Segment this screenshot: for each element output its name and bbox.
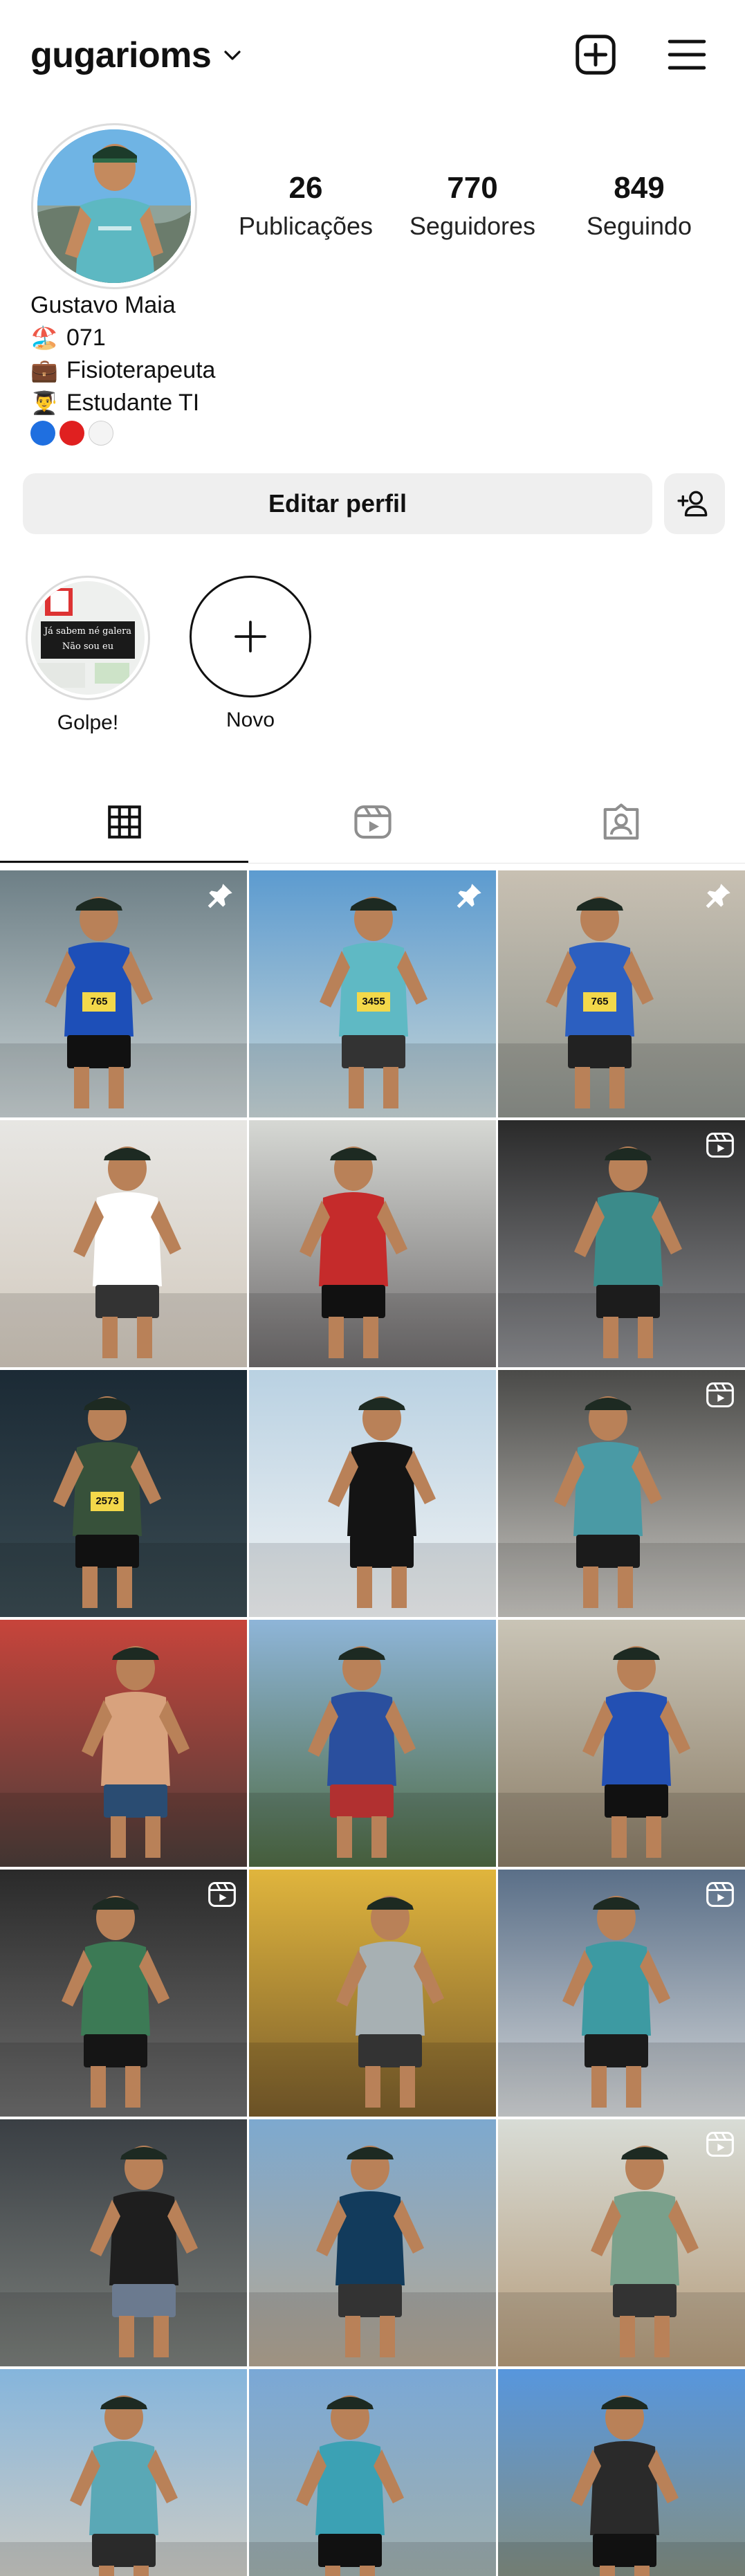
reel-thumbnail[interactable] xyxy=(498,1120,745,1367)
followers-label: Seguidores xyxy=(409,212,536,241)
highlight-cover: Já sabem né galera Não sou eu xyxy=(31,581,145,695)
bio-line: 💼 Fisioterapeuta xyxy=(30,354,515,387)
tabs-divider xyxy=(0,863,745,864)
reel-badge-icon xyxy=(208,1881,236,1908)
following-count: 849 xyxy=(614,171,665,205)
bio-line: 👨‍🎓 Estudante TI xyxy=(30,387,515,419)
highlight-caption: Não sou eu xyxy=(62,641,114,652)
plus-icon xyxy=(234,621,266,652)
post-thumbnail[interactable] xyxy=(249,1120,496,1367)
beach-umbrella-icon: 🏖️ xyxy=(30,325,58,350)
race-bib: 2573 xyxy=(91,1492,124,1511)
stat-following[interactable]: 849 Seguindo xyxy=(563,171,715,241)
photo-content xyxy=(249,2146,496,2366)
reel-thumbnail[interactable] xyxy=(498,1870,745,2117)
reel-thumbnail[interactable] xyxy=(498,2119,745,2366)
tagged-icon xyxy=(603,803,638,840)
username: gugarioms xyxy=(30,35,212,75)
reel-badge-icon xyxy=(706,1132,734,1158)
highlight-golpe[interactable]: Já sabem né galera Não sou eu Golpe! xyxy=(26,576,150,735)
grid-icon xyxy=(107,805,141,839)
photo-content xyxy=(0,1147,247,1367)
blue-circle-icon xyxy=(30,421,55,446)
pinned-icon xyxy=(706,884,730,908)
race-bib: 765 xyxy=(82,992,116,1012)
post-thumbnail[interactable]: 765 xyxy=(498,870,745,1117)
bio-text: Fisioterapeuta xyxy=(66,357,216,383)
photo-content xyxy=(249,1896,496,2117)
photo-content xyxy=(249,1396,496,1617)
profile-avatar[interactable] xyxy=(31,123,197,289)
reel-thumbnail[interactable] xyxy=(498,1370,745,1617)
posts-grid: 765 3455 765 2573 xyxy=(0,870,745,2576)
tab-grid[interactable] xyxy=(0,780,248,864)
briefcase-icon: 💼 xyxy=(30,358,58,383)
post-thumbnail[interactable] xyxy=(0,2369,247,2576)
top-bar: gugarioms xyxy=(0,0,745,114)
photo-content xyxy=(498,2395,745,2576)
reel-badge-icon xyxy=(706,1881,734,1908)
post-thumbnail[interactable] xyxy=(249,1370,496,1617)
photo-content xyxy=(498,1646,745,1867)
post-thumbnail[interactable] xyxy=(249,2369,496,2576)
post-thumbnail[interactable] xyxy=(249,2119,496,2366)
account-switcher[interactable]: gugarioms xyxy=(30,35,243,76)
stat-followers[interactable]: 770 Seguidores xyxy=(396,171,549,241)
photo-content xyxy=(249,1646,496,1867)
edit-profile-button[interactable]: Editar perfil xyxy=(23,473,652,534)
add-person-icon xyxy=(677,491,708,517)
posts-count: 26 xyxy=(288,171,323,205)
profile-tabs xyxy=(0,780,745,864)
photo-content xyxy=(249,1147,496,1367)
highlight-label: Novo xyxy=(226,709,275,731)
tab-reels[interactable] xyxy=(248,780,497,864)
reel-thumbnail[interactable] xyxy=(0,1870,247,2117)
red-circle-icon xyxy=(59,421,84,446)
bio-line: 🏖️ 071 xyxy=(30,322,515,354)
race-bib: 765 xyxy=(583,992,616,1012)
posts-label: Publicações xyxy=(238,212,374,241)
color-dots xyxy=(30,421,515,446)
white-circle-icon xyxy=(89,421,113,446)
highlight-label: Golpe! xyxy=(57,711,119,734)
highlight-new[interactable]: Novo xyxy=(188,576,313,732)
photo-content xyxy=(0,2395,247,2576)
following-label: Seguindo xyxy=(586,212,692,241)
reel-badge-icon xyxy=(706,2131,734,2157)
chevron-down-icon xyxy=(224,51,241,60)
post-thumbnail[interactable] xyxy=(0,1120,247,1367)
new-post-icon[interactable] xyxy=(571,30,620,79)
photo-content xyxy=(249,2395,496,2576)
avatar-photo xyxy=(37,129,191,283)
tab-tagged[interactable] xyxy=(497,780,745,864)
post-thumbnail[interactable] xyxy=(0,1620,247,1867)
display-name: Gustavo Maia xyxy=(30,292,176,318)
profile-bio: Gustavo Maia 🏖️ 071 💼 Fisioterapeuta 👨‍🎓… xyxy=(30,289,515,446)
discover-people-button[interactable] xyxy=(664,473,725,534)
photo-content xyxy=(0,1646,247,1867)
reels-icon xyxy=(353,805,392,839)
post-thumbnail[interactable]: 765 xyxy=(0,870,247,1117)
photo-content xyxy=(0,2146,247,2366)
bio-text: 071 xyxy=(66,325,106,351)
student-icon: 👨‍🎓 xyxy=(30,390,58,415)
reel-badge-icon xyxy=(706,1382,734,1408)
stat-posts[interactable]: 26 Publicações xyxy=(230,171,382,241)
post-thumbnail[interactable]: 2573 xyxy=(0,1370,247,1617)
pinned-icon xyxy=(457,884,481,908)
menu-icon[interactable] xyxy=(663,30,711,79)
race-bib: 3455 xyxy=(357,992,390,1012)
post-thumbnail[interactable] xyxy=(498,1620,745,1867)
highlight-caption: Já sabem né galera xyxy=(44,626,132,637)
post-thumbnail[interactable] xyxy=(0,2119,247,2366)
post-thumbnail[interactable] xyxy=(249,1620,496,1867)
post-thumbnail[interactable] xyxy=(249,1870,496,2117)
bio-text: Estudante TI xyxy=(66,390,200,416)
post-thumbnail[interactable] xyxy=(498,2369,745,2576)
post-thumbnail[interactable]: 3455 xyxy=(249,870,496,1117)
pinned-icon xyxy=(208,884,232,908)
followers-count: 770 xyxy=(447,171,498,205)
